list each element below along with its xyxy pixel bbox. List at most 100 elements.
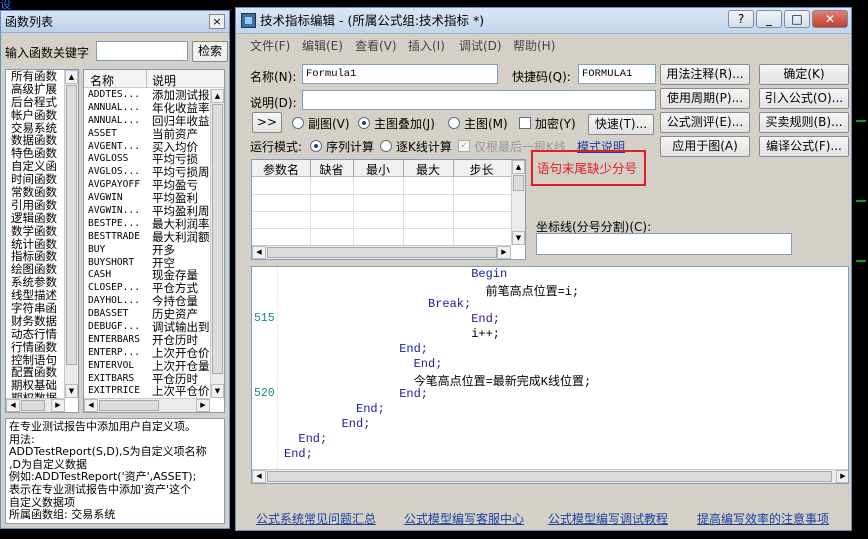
subplot-radio[interactable] [292, 117, 304, 129]
encrypt-checkbox[interactable] [519, 117, 531, 129]
coordinate-line-input[interactable] [536, 233, 792, 255]
function-name: BESTPE... [88, 217, 140, 229]
scroll-right-icon[interactable]: ▶ [836, 470, 848, 483]
function-name: AVGPAYOFF [88, 179, 140, 191]
column-header-name[interactable]: 名称 [90, 72, 114, 89]
category-vscroll[interactable]: ▲ ▼ [64, 70, 78, 398]
scroll-down-icon[interactable]: ▼ [65, 384, 78, 398]
function-vscroll[interactable]: ▲ ▼ [210, 89, 224, 398]
name-input[interactable]: Formula1 [302, 64, 498, 84]
main-chart-label[interactable]: 主图(M) [464, 115, 508, 132]
category-list[interactable]: 所有函数 高级扩展 后台程式 帐户函数 交易系统 数据函数 特色函数 自定义函 时间函数 常数函数… [5, 69, 79, 413]
code-editor[interactable]: Begin 前笔高点位置=i; Break; 515 End; i++; End; End; 今… [251, 266, 849, 484]
trade-rules-button[interactable]: 买卖规则(B)... [759, 112, 849, 133]
apply-to-chart-button[interactable]: 应用于图(A) [660, 136, 750, 157]
menu-debug[interactable]: 调试(D) [459, 37, 502, 54]
code-hscroll[interactable]: ◀ ▶ [252, 469, 848, 483]
faq-link[interactable]: 公式系统常见问题汇总 [256, 510, 376, 527]
function-name: CLOSEP... [88, 282, 140, 294]
function-row[interactable]: ADDTES... 添加测试报 [84, 89, 210, 102]
function-row[interactable]: BESTPE... 最大利润率 [84, 218, 210, 231]
line-number: 520 [254, 387, 275, 400]
function-row[interactable]: ANNUAL... 回归年收益率 [84, 114, 221, 128]
tutorial-link[interactable]: 公式模型编写调试教程 [548, 510, 668, 527]
grid-line [453, 177, 454, 245]
usage-period-button[interactable]: 使用周期(P)... [660, 88, 750, 109]
scroll-down-icon[interactable]: ▼ [211, 384, 224, 398]
maximize-icon[interactable]: □ [784, 10, 810, 28]
function-table[interactable]: 名称 说明 ADDTES... 添加测试报 ANNUAL... 年化收益率 ANNUAL… [83, 69, 225, 413]
minimize-icon[interactable]: _ [756, 10, 782, 28]
encrypt-label[interactable]: 加密(Y) [535, 115, 576, 132]
scroll-down-icon[interactable]: ▼ [512, 231, 525, 245]
main-chart-radio[interactable] [448, 117, 460, 129]
menu-file[interactable]: 文件(F) [250, 37, 290, 54]
menu-view[interactable]: 查看(V) [355, 37, 397, 54]
function-name: BESTTRADE [88, 230, 140, 242]
compile-button[interactable]: 编译公式(F)... [759, 136, 849, 157]
function-row[interactable]: BESTTRADE 最大利润额 [84, 230, 210, 244]
help-icon[interactable]: ? [728, 10, 754, 28]
scroll-left-icon[interactable]: ◀ [84, 399, 98, 412]
scroll-up-icon[interactable]: ▲ [211, 89, 224, 103]
scroll-up-icon[interactable]: ▲ [512, 160, 525, 174]
subplot-label[interactable]: 副图(V) [308, 115, 350, 132]
scroll-right-icon[interactable]: ▶ [497, 246, 511, 259]
scroll-thumb[interactable] [21, 400, 45, 411]
function-list-window: 函数列表 × 输入函数关键字 检索 所有函数 高级扩展 后台程式 帐户函数 交易系统 数据… [0, 10, 230, 529]
scroll-thumb[interactable] [99, 400, 159, 411]
scroll-thumb[interactable] [212, 104, 223, 374]
function-hscroll[interactable]: ◀ ▶ [84, 398, 210, 412]
efficiency-tips-link[interactable]: 提高编写效率的注意事项 [697, 510, 829, 527]
code-line: End; [356, 402, 385, 416]
close-icon[interactable]: ✕ [812, 10, 848, 28]
usage-note-button[interactable]: 用法注释(R)... [660, 64, 750, 85]
main-overlay-radio[interactable] [358, 117, 370, 129]
scroll-thumb[interactable] [267, 471, 832, 482]
scroll-right-icon[interactable]: ▶ [51, 399, 65, 412]
category-hscroll[interactable]: ◀ ▶ [6, 398, 65, 412]
scroll-thumb[interactable] [513, 175, 524, 191]
function-description: 开仓历时 [152, 332, 198, 347]
parameter-hscroll[interactable]: ◀ ▶ [252, 245, 511, 259]
quick-button[interactable]: 快速(T)... [588, 114, 654, 135]
function-row[interactable]: AVGWIN... 平均盈利周期 [84, 205, 221, 218]
scroll-right-icon[interactable]: ▶ [196, 399, 210, 412]
close-icon[interactable]: × [209, 14, 225, 29]
sequence-mode-radio[interactable] [310, 140, 322, 152]
expand-button[interactable]: >> [252, 112, 282, 133]
scroll-up-icon[interactable]: ▲ [65, 70, 78, 84]
function-row[interactable]: BUY 开多 [84, 243, 210, 257]
main-overlay-label[interactable]: 主图叠加(J) [374, 115, 435, 132]
search-button[interactable]: 检索 [192, 41, 228, 62]
menu-edit[interactable]: 编辑(E) [302, 37, 343, 54]
menu-help[interactable]: 帮助(H) [513, 37, 555, 54]
parameter-grid[interactable]: 参数名 缺省 最小 最大 步长 ▲ ▼ ◀ ▶ [251, 159, 526, 260]
confirm-button[interactable]: 确定(K) [759, 64, 849, 85]
service-center-link[interactable]: 公式模型编写客服中心 [404, 510, 524, 527]
per-bar-mode-radio[interactable] [380, 140, 392, 152]
function-search-input[interactable] [96, 41, 188, 61]
sequence-mode-label[interactable]: 序列计算 [326, 138, 374, 155]
function-row[interactable]: DEBUGF... 调试输出到文 [84, 321, 221, 334]
scroll-left-icon[interactable]: ◀ [252, 470, 266, 483]
function-row[interactable]: ENTERVOL 上次开仓量 [84, 359, 210, 373]
code-line: End; [471, 312, 500, 326]
column-header-desc[interactable]: 说明 [152, 72, 176, 89]
function-row[interactable]: ANNUAL... 年化收益率 [84, 101, 210, 115]
scroll-left-icon[interactable]: ◀ [252, 246, 266, 259]
formula-test-button[interactable]: 公式测评(E)... [660, 112, 750, 133]
parameter-vscroll[interactable]: ▲ ▼ [511, 160, 525, 245]
function-row[interactable]: ENTERBARS 开仓历时 [84, 334, 210, 347]
description-input[interactable] [302, 90, 656, 110]
scroll-thumb[interactable] [267, 247, 497, 258]
scroll-thumb[interactable] [66, 85, 77, 365]
scroll-left-icon[interactable]: ◀ [6, 399, 20, 412]
function-row[interactable]: EXITPRICE 上次平仓价 [84, 385, 210, 398]
function-row[interactable]: ENTERP... 上次开仓价 [84, 346, 210, 360]
shortcut-input[interactable]: FORMULA1 [578, 64, 656, 84]
function-row[interactable]: ASSET 当前资产 [84, 127, 210, 141]
per-bar-mode-label[interactable]: 逐K线计算 [396, 138, 452, 155]
import-formula-button[interactable]: 引入公式(O)... [759, 88, 849, 109]
menu-insert[interactable]: 插入(I) [408, 37, 445, 54]
